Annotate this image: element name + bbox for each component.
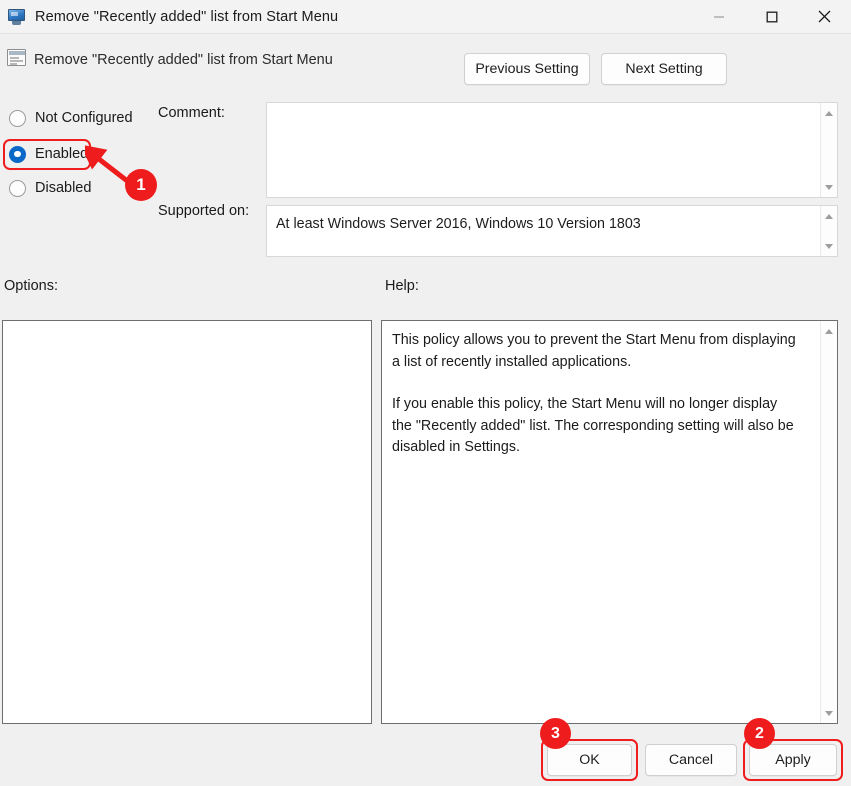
comment-scrollbar[interactable] xyxy=(820,103,837,197)
next-setting-button[interactable]: Next Setting xyxy=(601,53,727,85)
radio-not-configured-label: Not Configured xyxy=(35,110,133,126)
annotation-badge-1: 1 xyxy=(125,169,157,201)
minimize-button[interactable] xyxy=(692,0,745,33)
comment-input[interactable] xyxy=(266,102,838,198)
help-paragraph: If you enable this policy, the Start Men… xyxy=(392,394,797,459)
options-panel: @thegeekpage.com xyxy=(2,320,372,724)
scroll-up-icon[interactable] xyxy=(821,323,837,339)
radio-disabled[interactable]: Disabled xyxy=(9,177,91,199)
setting-title: Remove "Recently added" list from Start … xyxy=(34,52,333,68)
options-label: Options: xyxy=(4,278,58,294)
help-label: Help: xyxy=(385,278,419,294)
help-panel: This policy allows you to prevent the St… xyxy=(381,320,838,724)
scroll-down-icon[interactable] xyxy=(821,705,837,721)
comment-label: Comment: xyxy=(158,105,225,121)
minimize-icon xyxy=(713,11,725,23)
maximize-icon xyxy=(766,11,778,23)
window-title: Remove "Recently added" list from Start … xyxy=(35,9,338,25)
radio-not-configured-mark xyxy=(9,110,26,127)
help-text: This policy allows you to prevent the St… xyxy=(392,330,797,459)
title-bar: Remove "Recently added" list from Start … xyxy=(0,0,851,34)
close-icon xyxy=(818,10,831,23)
radio-enabled-label: Enabled xyxy=(35,146,88,162)
apply-button[interactable]: Apply xyxy=(749,744,837,776)
supported-on-label: Supported on: xyxy=(158,203,249,219)
scroll-down-icon[interactable] xyxy=(821,179,837,195)
supported-on-scrollbar[interactable] xyxy=(820,206,837,256)
annotation-arrow-1 xyxy=(85,145,145,195)
help-scrollbar[interactable] xyxy=(820,321,837,723)
supported-on-value: At least Windows Server 2016, Windows 10… xyxy=(276,215,813,234)
radio-enabled-mark xyxy=(9,146,26,163)
monitor-icon xyxy=(7,8,27,26)
scroll-down-icon[interactable] xyxy=(821,238,837,254)
ok-button[interactable]: OK xyxy=(547,744,632,776)
scroll-up-icon[interactable] xyxy=(821,105,837,121)
radio-disabled-label: Disabled xyxy=(35,180,91,196)
radio-disabled-mark xyxy=(9,180,26,197)
radio-not-configured[interactable]: Not Configured xyxy=(9,107,133,129)
help-paragraph: This policy allows you to prevent the St… xyxy=(392,330,797,373)
maximize-button[interactable] xyxy=(745,0,798,33)
radio-enabled[interactable]: Enabled xyxy=(9,143,88,165)
previous-setting-button[interactable]: Previous Setting xyxy=(464,53,590,85)
scroll-up-icon[interactable] xyxy=(821,208,837,224)
window-controls xyxy=(692,0,851,33)
supported-on-box[interactable]: At least Windows Server 2016, Windows 10… xyxy=(266,205,838,257)
policy-setting-icon xyxy=(6,48,28,68)
close-button[interactable] xyxy=(798,0,851,33)
cancel-button[interactable]: Cancel xyxy=(645,744,737,776)
